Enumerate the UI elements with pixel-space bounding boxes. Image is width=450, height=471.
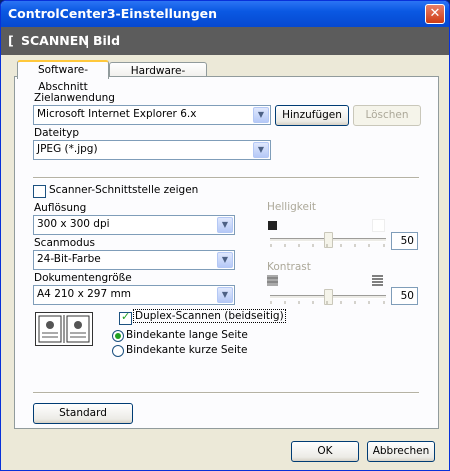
contrast-label: Kontrast xyxy=(267,261,311,273)
tab-software[interactable]: Software-Abschnitt xyxy=(17,60,109,93)
docsize-label: Dokumentengröße xyxy=(34,272,132,284)
target-app-select[interactable]: Microsoft Internet Explorer 6.x ▼ xyxy=(33,105,271,125)
scanner-ui-label: Scanner-Schnittstelle zeigen xyxy=(49,184,199,196)
radio-long-edge[interactable] xyxy=(112,330,124,342)
scanmode-label: Scanmodus xyxy=(34,237,95,249)
cancel-button[interactable]: Abbrechen xyxy=(367,441,435,462)
filetype-value: JPEG (*.jpg) xyxy=(37,143,98,155)
chevron-down-icon[interactable]: ▼ xyxy=(217,252,233,268)
high-contrast-icon xyxy=(372,275,383,286)
header-separator: | xyxy=(85,33,90,48)
brightness-ticks xyxy=(270,244,385,247)
filetype-label: Dateityp xyxy=(34,127,80,139)
brightness-label: Helligkeit xyxy=(267,201,316,213)
ok-button[interactable]: OK xyxy=(291,441,359,462)
duplex-label: Duplex-Scannen (beidseitig) xyxy=(133,309,286,323)
chevron-down-icon[interactable]: ▼ xyxy=(217,287,233,303)
filetype-select[interactable]: JPEG (*.jpg) ▼ xyxy=(33,140,271,160)
chevron-down-icon[interactable]: ▼ xyxy=(217,217,233,233)
divider xyxy=(33,392,419,394)
contrast-value: 50 xyxy=(391,287,418,305)
resolution-select[interactable]: 300 x 300 dpi ▼ xyxy=(33,215,235,235)
light-square-icon xyxy=(372,219,385,232)
scanmode-select[interactable]: 24-Bit-Farbe ▼ xyxy=(33,250,235,270)
close-icon[interactable]: ✕ xyxy=(425,4,445,24)
long-edge-label: Bindekante lange Seite xyxy=(126,329,248,341)
header-bracket-open: [ xyxy=(8,33,14,48)
title-bar[interactable]: ControlCenter3-Einstellungen ✕ xyxy=(1,1,449,27)
delete-button[interactable]: Löschen xyxy=(353,105,421,126)
contrast-ticks xyxy=(270,301,385,304)
dark-square-icon xyxy=(268,221,277,230)
checkmark-icon: ✓ xyxy=(121,310,131,323)
low-contrast-icon xyxy=(267,275,278,286)
settings-window: ControlCenter3-Einstellungen ✕ [ SCANNEN… xyxy=(0,0,450,471)
resolution-label: Auflösung xyxy=(34,202,87,214)
duplex-book-icon xyxy=(35,312,93,346)
chevron-down-icon[interactable]: ▼ xyxy=(253,142,269,158)
tab-panel: Zielanwendung Microsoft Internet Explore… xyxy=(14,76,439,429)
chevron-down-icon[interactable]: ▼ xyxy=(253,107,269,123)
resolution-value: 300 x 300 dpi xyxy=(37,218,110,230)
duplex-checkbox[interactable]: ✓ xyxy=(119,310,132,325)
radio-dot xyxy=(115,333,121,339)
window-title: ControlCenter3-Einstellungen xyxy=(8,6,218,21)
docsize-select[interactable]: A4 210 x 297 mm ▼ xyxy=(33,285,235,305)
scanmode-value: 24-Bit-Farbe xyxy=(37,253,101,265)
add-button[interactable]: Hinzufügen xyxy=(275,105,349,126)
docsize-value: A4 210 x 297 mm xyxy=(37,288,131,300)
target-app-value: Microsoft Internet Explorer 6.x xyxy=(37,108,197,120)
header-scan-label: SCANNEN xyxy=(21,33,89,48)
scanner-ui-checkbox[interactable] xyxy=(33,185,46,198)
section-header: [ SCANNEN | Bild xyxy=(1,27,449,55)
brightness-value: 50 xyxy=(391,232,418,250)
header-image-label: Bild xyxy=(93,33,121,48)
radio-short-edge[interactable] xyxy=(112,345,124,357)
divider xyxy=(33,177,419,179)
default-button[interactable]: Standard xyxy=(33,403,133,424)
short-edge-label: Bindekante kurze Seite xyxy=(126,344,248,356)
